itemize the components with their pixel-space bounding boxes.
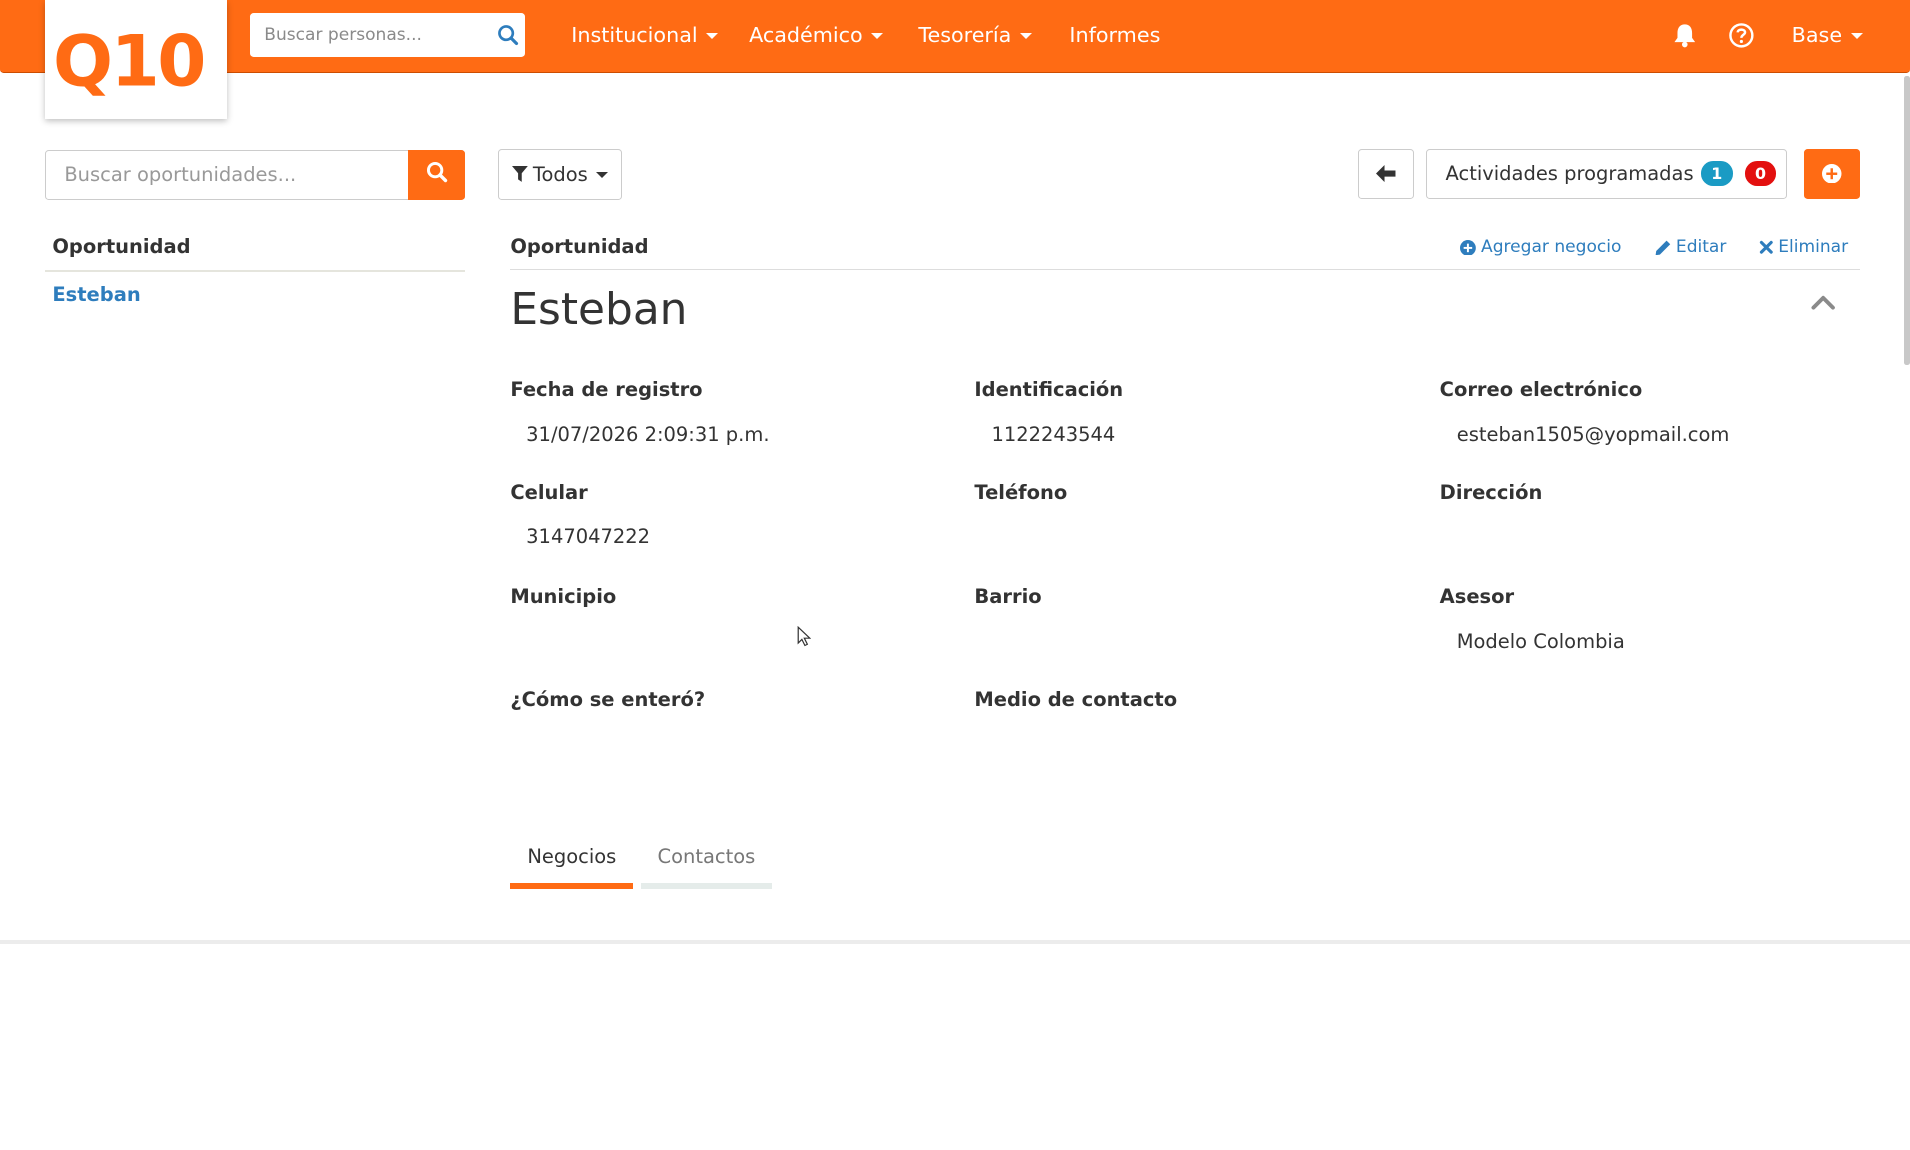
registration-date-label: Fecha de registro (510, 377, 703, 401)
advisor-value: Modelo Colombia (1456, 629, 1625, 653)
caret-down-icon (871, 33, 884, 40)
add-opportunity-button[interactable] (1803, 148, 1860, 199)
people-search-box (249, 13, 525, 58)
detail-header: Oportunidad Agregar negocio Editar Elimi… (510, 235, 1860, 271)
nav-academico[interactable]: Académico (749, 23, 884, 48)
mobile-value: 3147047222 (526, 524, 651, 548)
nav-label: Informes (1069, 23, 1161, 48)
activities-count-badge-danger: 0 (1744, 161, 1777, 186)
email-value: esteban1505@yopmail.com (1456, 422, 1730, 446)
caret-down-icon (596, 172, 609, 179)
bell-icon[interactable] (1672, 22, 1698, 54)
identification-value: 1122243544 (991, 422, 1116, 446)
opportunity-list-item[interactable]: Esteban (52, 283, 140, 306)
top-navbar: Institucional Académico Tesorería Inform… (0, 0, 1910, 74)
opportunity-search-input[interactable] (46, 150, 409, 199)
opportunity-name: Esteban (510, 283, 688, 335)
app-logo[interactable]: Q10 (45, 0, 227, 120)
page-scrollbar[interactable] (1903, 75, 1910, 366)
mouse-cursor-icon (797, 625, 812, 652)
opportunity-list-header: Oportunidad (45, 235, 466, 272)
filter-label: Todos (532, 162, 588, 186)
pencil-icon (1655, 240, 1671, 255)
address-label: Dirección (1439, 481, 1543, 505)
caret-down-icon (1019, 33, 1032, 40)
contact-medium-label: Medio de contacto (974, 688, 1178, 712)
help-icon[interactable] (1728, 22, 1755, 54)
arrow-left-icon (1376, 165, 1396, 183)
nav-label: Académico (749, 23, 863, 48)
search-icon (426, 161, 448, 188)
nav-label: Institucional (571, 23, 698, 48)
delete-link[interactable]: Eliminar (1759, 237, 1848, 257)
back-button[interactable] (1358, 148, 1415, 199)
opportunity-search-button[interactable] (408, 149, 466, 200)
activities-label: Actividades programadas (1445, 162, 1694, 186)
logo-text: Q10 (53, 22, 204, 98)
opportunity-search-box (45, 149, 466, 200)
plus-circle-icon (1460, 239, 1477, 256)
edit-link[interactable]: Editar (1655, 237, 1726, 257)
add-business-label: Agregar negocio (1481, 237, 1622, 258)
registration-date-value: 31/07/2026 2:09:31 p.m. (526, 422, 770, 446)
user-menu[interactable]: Base (1792, 23, 1863, 47)
scheduled-activities-button[interactable]: Actividades programadas 1 0 (1426, 148, 1787, 199)
user-menu-label: Base (1791, 23, 1843, 48)
close-icon (1759, 241, 1773, 254)
nav-informes[interactable]: Informes (1069, 23, 1160, 47)
municipality-label: Municipio (510, 584, 617, 608)
nav-label: Tesorería (918, 23, 1012, 48)
edit-label: Editar (1675, 237, 1727, 258)
tab-negocios[interactable]: Negocios (510, 840, 634, 890)
tab-contactos[interactable]: Contactos (640, 840, 773, 890)
detail-header-title: Oportunidad (510, 235, 649, 259)
caret-down-icon (706, 33, 719, 40)
nav-institucional[interactable]: Institucional (571, 23, 719, 48)
phone-label: Teléfono (974, 481, 1068, 505)
search-icon[interactable] (497, 24, 519, 51)
caret-down-icon (1850, 33, 1863, 40)
mobile-label: Celular (510, 481, 588, 505)
filter-dropdown[interactable]: Todos (498, 148, 623, 200)
nav-tesoreria[interactable]: Tesorería (918, 23, 1032, 47)
bottom-divider (0, 940, 1910, 944)
add-business-link[interactable]: Agregar negocio (1460, 237, 1621, 257)
identification-label: Identificación (974, 377, 1124, 401)
email-label: Correo electrónico (1439, 377, 1643, 401)
how-found-label: ¿Cómo se enteró? (510, 688, 706, 712)
neighborhood-label: Barrio (974, 584, 1042, 608)
activities-count-badge-info: 1 (1700, 161, 1733, 186)
plus-circle-icon (1822, 163, 1842, 184)
advisor-label: Asesor (1439, 584, 1515, 608)
delete-label: Eliminar (1778, 237, 1849, 258)
people-search-input[interactable] (249, 13, 482, 58)
chevron-up-icon[interactable] (1811, 292, 1836, 315)
filter-icon (512, 165, 529, 183)
